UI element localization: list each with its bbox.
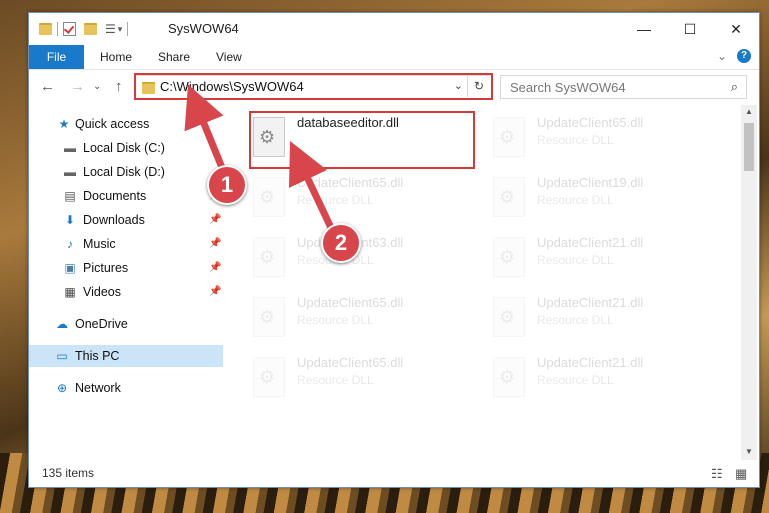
arrow-2 xyxy=(288,141,337,234)
arrow-1 xyxy=(184,84,229,177)
step-marker-2: 2 xyxy=(321,223,361,263)
step-marker-1: 1 xyxy=(207,165,247,205)
annotation-arrows xyxy=(184,84,338,235)
